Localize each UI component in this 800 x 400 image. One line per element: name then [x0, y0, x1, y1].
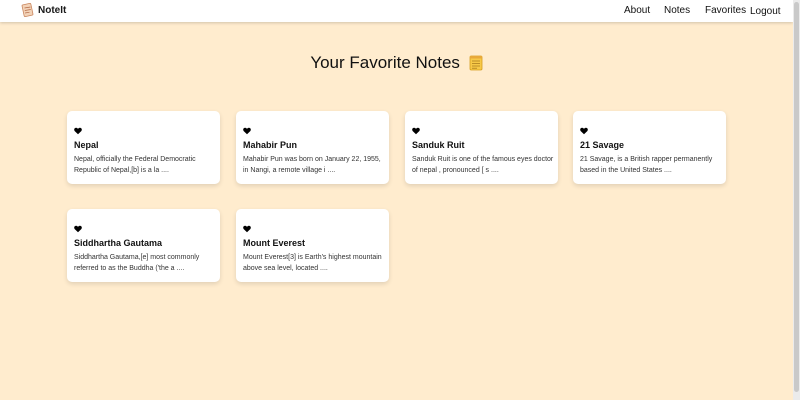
page-title-text: Your Favorite Notes — [310, 53, 460, 72]
note-excerpt: Mahabir Pun was born on January 22, 1955… — [243, 156, 381, 174]
note-title: Mount Everest — [243, 238, 306, 248]
brand-name: NoteIt — [38, 5, 67, 16]
nav-logout-link[interactable]: Logout — [750, 6, 781, 17]
note-card[interactable]: 21 Savage 21 Savage, is a British rapper… — [573, 111, 726, 184]
note-excerpt: 21 Savage, is a British rapper permanent… — [580, 156, 713, 174]
heart-icon[interactable] — [412, 122, 420, 135]
note-excerpt: Mount Everest[3] is Earth's highest moun… — [243, 254, 382, 272]
note-title: Siddhartha Gautama — [74, 238, 163, 248]
note-card[interactable]: Mount Everest Mount Everest[3] is Earth'… — [236, 209, 389, 282]
heart-icon[interactable] — [580, 122, 588, 135]
note-card[interactable]: Mahabir Pun Mahabir Pun was born on Janu… — [236, 111, 389, 184]
nav-about-link[interactable]: About — [624, 5, 650, 16]
memo-icon — [469, 55, 483, 71]
vertical-scrollbar[interactable] — [793, 0, 800, 400]
note-excerpt: Sanduk Ruit is one of the famous eyes do… — [412, 156, 554, 174]
note-title: 21 Savage — [580, 140, 625, 150]
heart-icon[interactable] — [243, 122, 251, 135]
note-card[interactable]: Siddhartha Gautama Siddhartha Gautama,[e… — [67, 209, 220, 282]
heart-icon[interactable] — [74, 220, 82, 233]
nav-notes-link[interactable]: Notes — [664, 5, 690, 16]
nav-favorites-link[interactable]: Favorites — [705, 5, 746, 16]
page-title: Your Favorite Notes — [0, 53, 793, 73]
note-excerpt: Siddhartha Gautama,[e] most commonly ref… — [74, 254, 200, 272]
heart-icon[interactable] — [243, 220, 251, 233]
brand-link[interactable]: NoteIt — [21, 2, 67, 18]
note-title: Nepal — [74, 140, 99, 150]
note-title: Mahabir Pun — [243, 140, 298, 150]
note-card[interactable]: Sanduk Ruit Sanduk Ruit is one of the fa… — [405, 111, 558, 184]
note-card[interactable]: Nepal Nepal, officially the Federal Demo… — [67, 111, 220, 184]
note-title: Sanduk Ruit — [412, 140, 465, 150]
note-excerpt: Nepal, officially the Federal Democratic… — [74, 156, 196, 174]
notepad-logo-icon — [21, 2, 34, 18]
navbar: NoteIt About Notes Favorites Logout — [0, 0, 793, 22]
scrollbar-thumb[interactable] — [794, 2, 799, 392]
heart-icon[interactable] — [74, 122, 82, 135]
